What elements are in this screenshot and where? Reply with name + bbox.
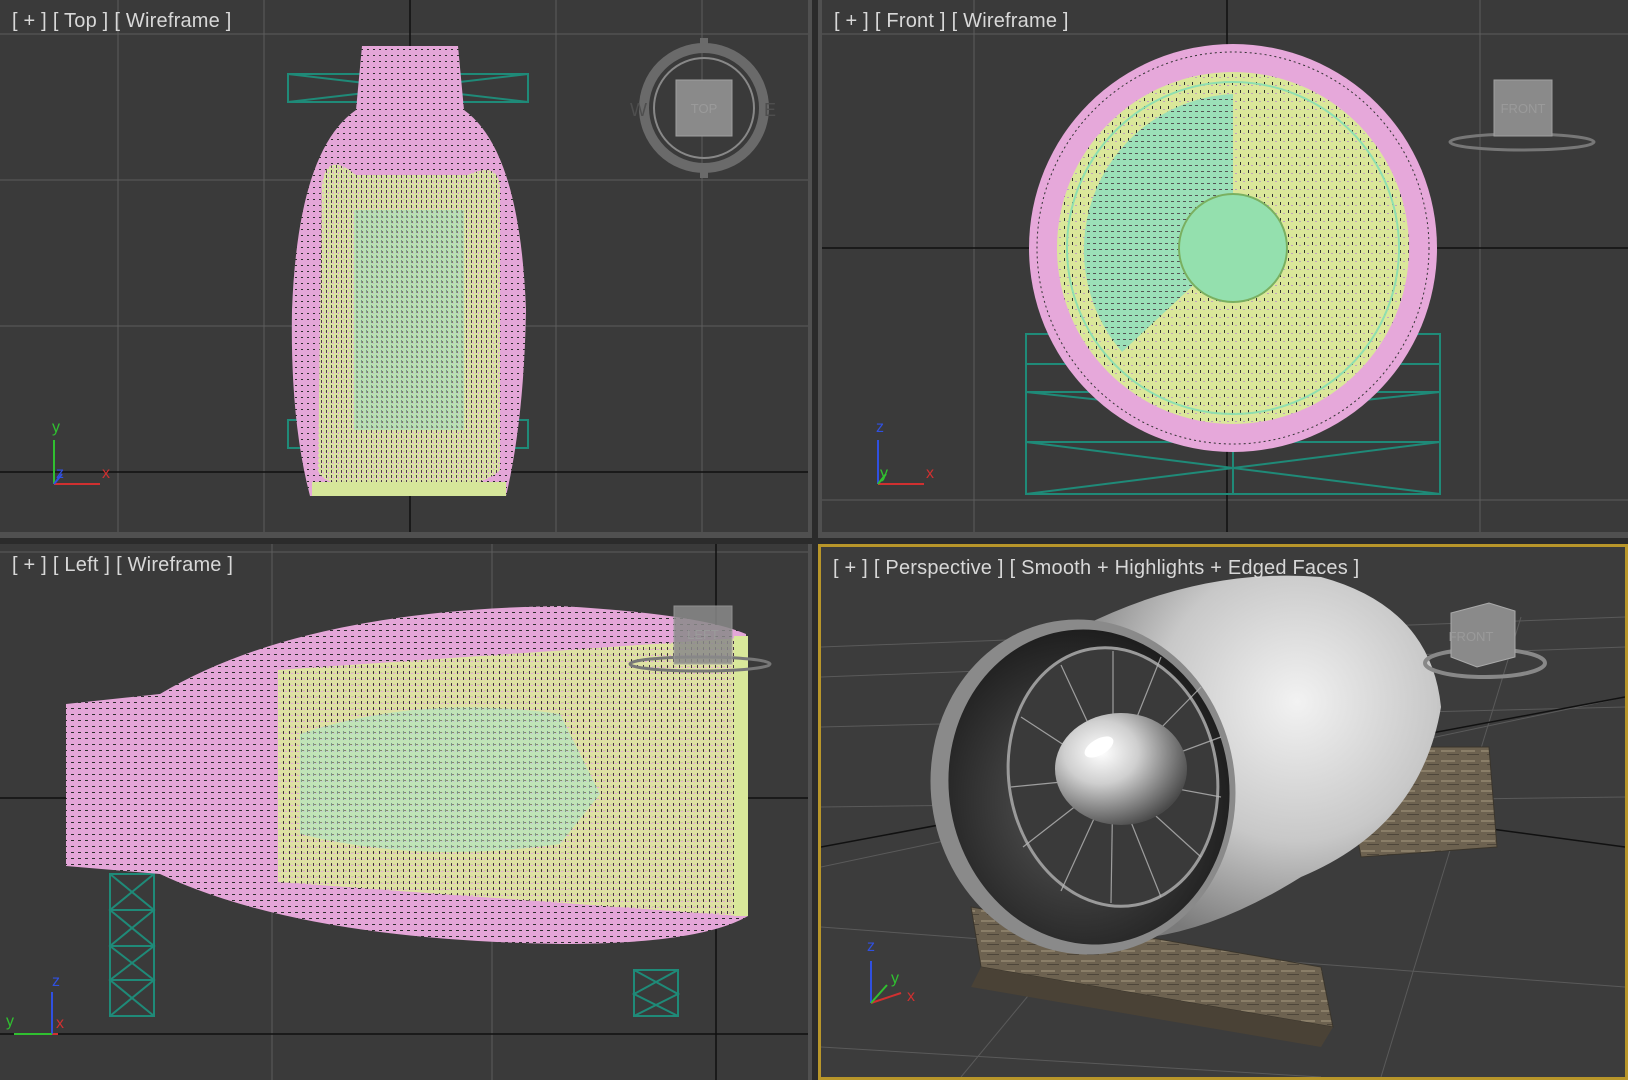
viewport-plus-menu[interactable]: [ + ] xyxy=(834,10,869,32)
engine-face-front xyxy=(1029,44,1437,452)
engine-nacelle-left xyxy=(66,606,748,944)
axis-tripod-perspective: z y x xyxy=(867,938,915,1005)
viewport-label-left[interactable]: [ + ] [ Left ] [ Wireframe ] xyxy=(12,554,239,577)
engine-nacelle-top xyxy=(291,46,526,496)
viewcube-label: TOP xyxy=(691,101,718,116)
viewport-view-menu[interactable]: [ Left ] xyxy=(53,554,110,576)
viewcube-perspective[interactable]: FRONT xyxy=(1423,602,1547,679)
axis-label-x: x xyxy=(926,465,934,482)
axis-label-x: x xyxy=(102,465,110,482)
compass-west: W xyxy=(630,100,647,120)
axis-label-z: z xyxy=(56,465,64,482)
axis-label-x: x xyxy=(56,1015,64,1032)
viewport-label-front[interactable]: [ + ] [ Front ] [ Wireframe ] xyxy=(834,10,1075,33)
viewcube-label: LEFT xyxy=(687,627,719,642)
viewport-shading-menu[interactable]: [ Wireframe ] xyxy=(116,554,233,576)
viewcube-label: FRONT xyxy=(1501,101,1546,116)
top-view-canvas: TOP W E y z x xyxy=(0,0,808,532)
viewport-left[interactable]: LEFT z y x [ + ] [ Left ] [ Wireframe ] xyxy=(0,544,812,1080)
viewport-plus-menu[interactable]: [ + ] xyxy=(833,557,868,579)
axis-label-y: y xyxy=(52,419,60,436)
viewcube-top[interactable]: TOP W E xyxy=(630,38,776,178)
viewport-shading-menu[interactable]: [ Smooth + Highlights + Edged Faces ] xyxy=(1010,557,1360,579)
axis-label-z: z xyxy=(867,938,875,955)
viewport-view-menu[interactable]: [ Top ] xyxy=(53,10,109,32)
axis-tripod-left: z y x xyxy=(6,973,64,1035)
viewport-plus-menu[interactable]: [ + ] xyxy=(12,10,47,32)
viewcube-front[interactable]: FRONT xyxy=(1448,79,1596,152)
viewport-shading-menu[interactable]: [ Wireframe ] xyxy=(114,10,231,32)
perspective-view-canvas: FRONT z y x xyxy=(821,575,1625,1077)
axis-label-z: z xyxy=(876,419,884,436)
axis-label-x: x xyxy=(907,988,915,1005)
viewport-view-menu[interactable]: [ Front ] xyxy=(875,10,946,32)
viewport-shading-menu[interactable]: [ Wireframe ] xyxy=(952,10,1069,32)
axis-label-y: y xyxy=(891,970,899,987)
viewcube-label: FRONT xyxy=(1449,629,1494,644)
viewport-view-menu[interactable]: [ Perspective ] xyxy=(874,557,1004,579)
viewport-top[interactable]: TOP W E y z x [ + ] [ Top ][ Wireframe ] xyxy=(0,0,812,538)
viewport-perspective[interactable]: FRONT z y x [ + ] [ Perspective ] [ Smooth… xyxy=(818,544,1628,1080)
left-view-canvas: LEFT z y x xyxy=(0,544,808,1080)
compass-east: E xyxy=(764,100,776,120)
front-view-canvas: FRONT z y x xyxy=(822,0,1628,532)
axis-label-y: y xyxy=(880,465,888,482)
viewport-label-perspective[interactable]: [ + ] [ Perspective ] [ Smooth + Highlight… xyxy=(833,557,1365,580)
axis-tripod-front: z y x xyxy=(876,419,934,485)
axis-label-y: y xyxy=(6,1013,14,1030)
axis-tripod-top: y z x xyxy=(52,419,110,485)
viewport-label-top[interactable]: [ + ] [ Top ][ Wireframe ] xyxy=(12,10,237,33)
axis-label-z: z xyxy=(52,973,60,990)
viewport-plus-menu[interactable]: [ + ] xyxy=(12,554,47,576)
viewport-front[interactable]: FRONT z y x [ + ] [ Front ] [ Wireframe ] xyxy=(818,0,1628,538)
